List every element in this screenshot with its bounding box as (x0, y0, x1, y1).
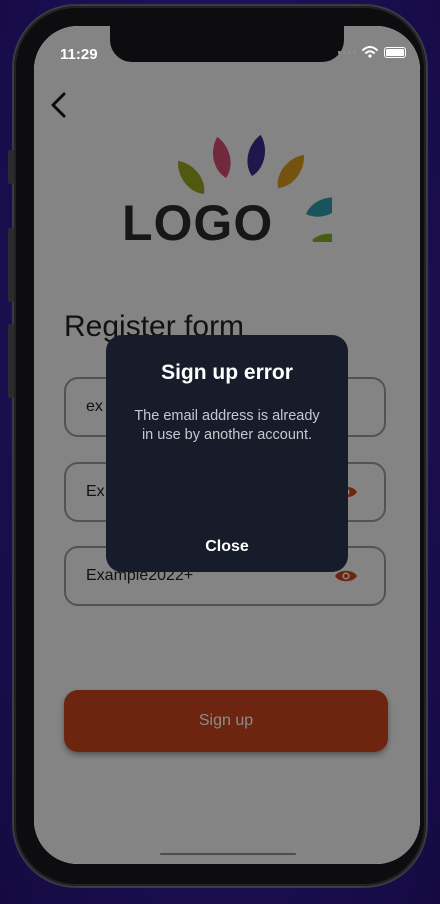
dialog-title: Sign up error (161, 361, 293, 384)
mute-switch (8, 150, 14, 184)
error-dialog: Sign up error The email address is alrea… (106, 335, 348, 572)
volume-down-button (8, 324, 14, 398)
status-icons (338, 46, 406, 58)
notch (110, 26, 344, 62)
volume-up-button (8, 228, 14, 302)
status-time: 11:29 (60, 46, 98, 63)
wifi-icon (362, 46, 378, 58)
dialog-message: The email address is already in use by a… (134, 408, 320, 443)
cellular-signal-icon (338, 50, 356, 54)
phone-screen: LOGO Register form ex Ex Example2022+ Si… (34, 26, 420, 864)
battery-icon (384, 46, 406, 58)
close-button[interactable]: Close (106, 534, 348, 560)
